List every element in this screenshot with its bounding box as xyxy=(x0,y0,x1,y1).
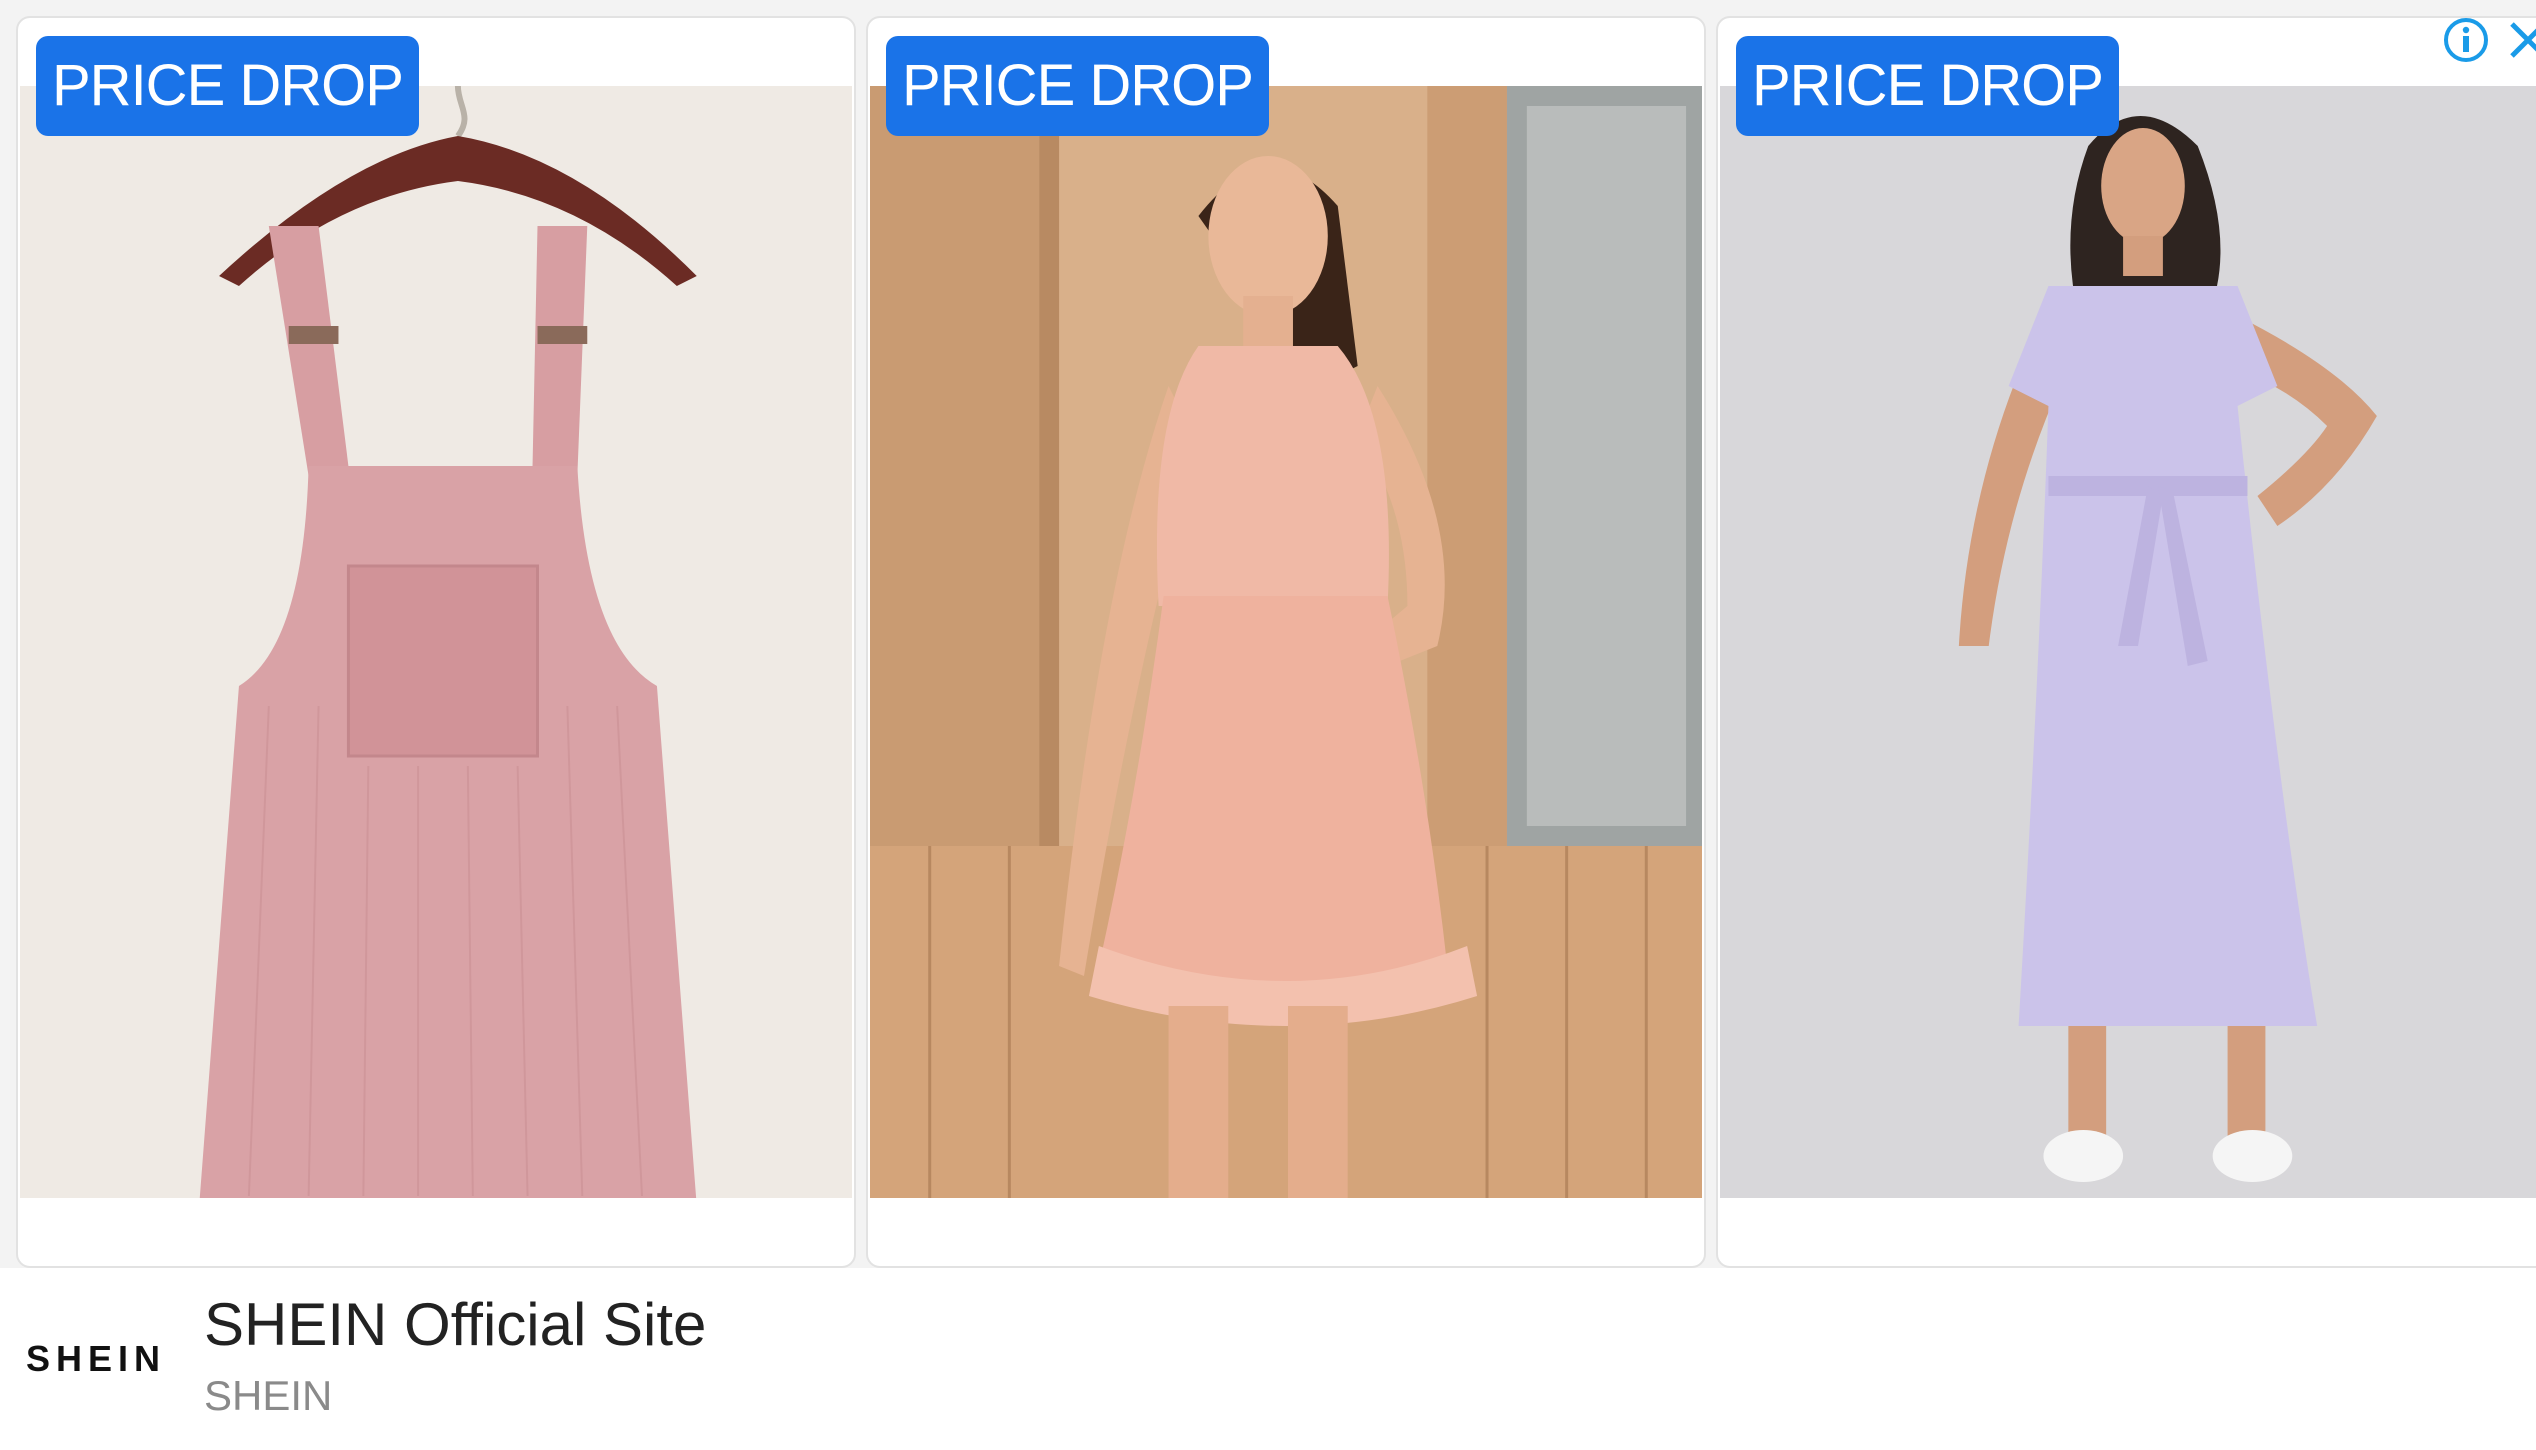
close-icon[interactable] xyxy=(2508,18,2536,62)
price-drop-badge: PRICE DROP xyxy=(886,36,1269,136)
price-drop-badge: PRICE DROP xyxy=(1736,36,2119,136)
ad-headline[interactable]: SHEIN Official Site xyxy=(204,1290,706,1359)
display-ad: PRICE DROP PRICE DROP PRICE DROP SHEIN S… xyxy=(0,0,2536,1450)
pinafore-dress-image[interactable] xyxy=(20,86,852,1198)
ad-footer[interactable]: SHEIN SHEIN Official Site SHEIN xyxy=(0,1268,2536,1450)
advertiser-name: SHEIN xyxy=(204,1372,333,1419)
halter-dress-model-image[interactable] xyxy=(870,86,1702,1198)
brand-logo: SHEIN xyxy=(26,1338,167,1379)
product-card-1[interactable]: PRICE DROP xyxy=(16,16,856,1268)
product-card-3[interactable]: PRICE DROP xyxy=(1716,16,2536,1268)
product-card-2[interactable]: PRICE DROP xyxy=(866,16,1706,1268)
lilac-dress-model-image[interactable] xyxy=(1720,86,2536,1198)
adchoices xyxy=(2436,8,2536,72)
info-icon[interactable] xyxy=(2442,16,2490,64)
price-drop-badge: PRICE DROP xyxy=(36,36,419,136)
